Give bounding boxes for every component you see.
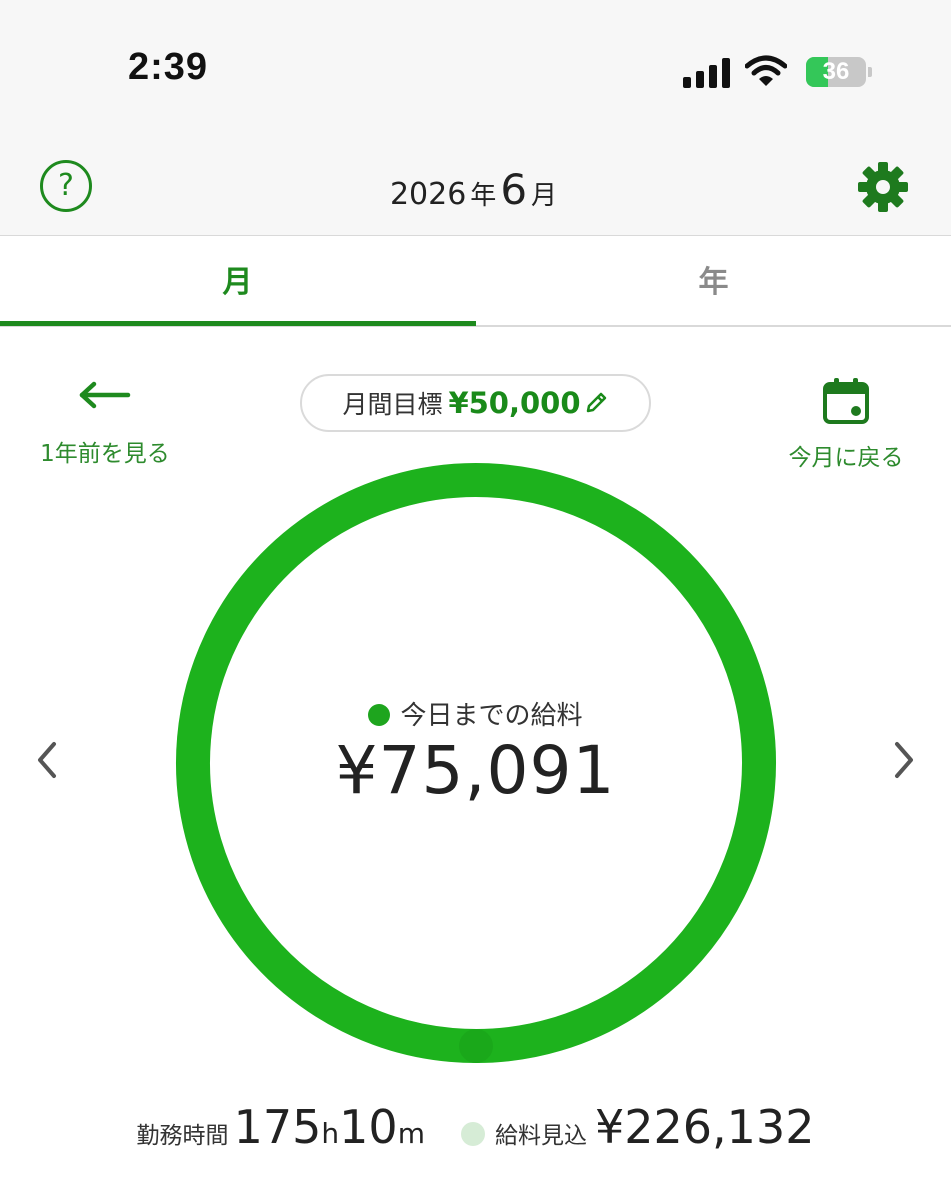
earned-to-date-value: ¥75,091 — [335, 732, 616, 809]
work-minutes-unit: m — [397, 1117, 425, 1150]
battery-icon: 36 — [806, 57, 872, 87]
status-time: 2:39 — [128, 46, 209, 88]
legend-dot-earned — [368, 704, 391, 726]
expected-salary-label: 給料見込 — [494, 1123, 587, 1149]
arrow-left-icon — [79, 381, 131, 409]
work-hours-unit: h — [321, 1117, 340, 1150]
wifi-icon — [745, 55, 787, 86]
calendar-icon — [823, 378, 869, 424]
prev-year-label: 1年前を見る — [40, 441, 170, 467]
title-year: 2026 — [389, 177, 467, 212]
active-tab-indicator — [0, 321, 476, 326]
back-to-current-month-label: 今月に戻る — [788, 445, 904, 471]
expected-salary-value: ¥226,132 — [594, 1100, 815, 1154]
goal-value: ¥50,000 — [448, 386, 581, 420]
summary-row: 勤務時間 175h10m 給料見込 ¥226,132 — [0, 1100, 951, 1170]
page-title: 2026 年6 月 — [0, 140, 951, 236]
legend-dot-expected — [460, 1122, 485, 1146]
tab-bar: 月 年 — [0, 237, 951, 327]
goal-label: 月間目標 — [342, 390, 443, 419]
tab-year[interactable]: 年 — [476, 237, 951, 327]
nav-bar: 2026 年6 月 ? — [0, 140, 951, 236]
gear-icon[interactable] — [856, 160, 910, 214]
question-circle-icon: ? — [58, 168, 74, 203]
work-hours-label: 勤務時間 — [136, 1123, 229, 1149]
battery-percent: 36 — [822, 58, 850, 85]
title-year-unit: 年 — [470, 181, 497, 211]
back-to-current-month-button[interactable]: 今月に戻る — [766, 376, 926, 471]
monthly-goal-button[interactable]: 月間目標 ¥50,000 — [300, 374, 651, 432]
tab-month[interactable]: 月 — [0, 237, 475, 327]
work-minutes-value: 10 — [339, 1100, 398, 1154]
work-hours-value: 175 — [233, 1100, 322, 1154]
status-bar: 2:39 36 — [0, 0, 951, 140]
title-month: 6 — [500, 165, 528, 214]
prev-year-button[interactable]: 1年前を見る — [20, 380, 190, 470]
earned-to-date-text: 今日までの給料 — [400, 701, 583, 731]
help-button[interactable]: ? — [40, 160, 92, 212]
title-month-unit: 月 — [531, 181, 558, 211]
signal-icon — [683, 58, 731, 88]
pencil-icon — [586, 392, 606, 413]
earned-to-date-label: 今日までの給料 — [0, 695, 951, 732]
ring-progress-head — [459, 1029, 493, 1063]
